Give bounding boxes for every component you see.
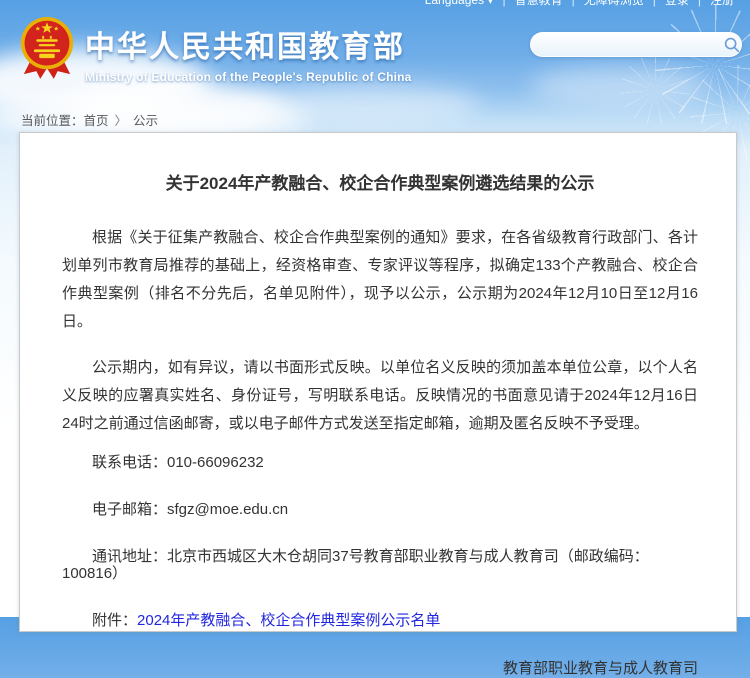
announcement-article: 关于2024年产教融合、校企合作典型案例遴选结果的公示 根据《关于征集产教融合、… [20, 169, 736, 678]
issuing-department-signature: 教育部职业教育与成人教育司 [62, 657, 698, 678]
search-bar [530, 32, 742, 57]
announcement-card: 关于2024年产教融合、校企合作典型案例遴选结果的公示 根据《关于征集产教融合、… [19, 132, 737, 632]
contact-phone: 联系电话：010-66096232 [62, 454, 698, 471]
accessibility-link[interactable]: 无障碍浏览 [584, 0, 644, 7]
article-paragraph: 根据《关于征集产教融合、校企合作典型案例的通知》要求，在各省级教育行政部门、各计… [62, 224, 698, 336]
topbar-separator: | [653, 0, 656, 7]
site-header-logo[interactable]: 中华人民共和国教育部 Ministry of Education of the … [18, 13, 412, 84]
breadcrumb-current-link[interactable]: 公示 [133, 114, 158, 128]
topbar-separator: | [502, 0, 505, 7]
site-title-block: 中华人民共和国教育部 Ministry of Education of the … [85, 13, 412, 84]
attachment-line: 附件：2024年产教融合、校企合作典型案例公示名单 [62, 612, 698, 629]
dandelion-decoration [620, 55, 690, 125]
article-paragraph: 公示期内，如有异议，请以书面形式反映。以单位名义反映的须加盖本单位公章，以个人名… [62, 354, 698, 438]
register-link[interactable]: 注册 [710, 0, 734, 7]
breadcrumb-home-link[interactable]: 首页 [84, 114, 109, 128]
topbar-separator: | [698, 0, 701, 7]
contact-address: 通讯地址：北京市西城区大木仓胡同37号教育部职业教育与成人教育司（邮政编码：10… [62, 548, 698, 582]
top-utility-bar: Languages ▾ | 智慧教育 | 无障碍浏览 | 登录 | 注册 [425, 0, 734, 7]
search-button[interactable] [723, 33, 741, 56]
languages-menu[interactable]: Languages ▾ [425, 0, 494, 7]
smart-education-link[interactable]: 智慧教育 [515, 0, 563, 7]
topbar-separator: | [572, 0, 575, 7]
cloud-decoration [250, 84, 480, 124]
attachment-link[interactable]: 2024年产教融合、校企合作典型案例公示名单 [137, 612, 440, 629]
breadcrumb-separator: 〉 [115, 114, 128, 128]
breadcrumb-label: 当前位置： [21, 114, 84, 128]
article-title: 关于2024年产教融合、校企合作典型案例遴选结果的公示 [62, 169, 698, 194]
login-link[interactable]: 登录 [665, 0, 689, 7]
china-national-emblem-icon [18, 13, 76, 81]
attachment-label: 附件： [92, 612, 137, 629]
contact-email: 电子邮箱：sfgz@moe.edu.cn [62, 501, 698, 518]
search-input[interactable] [531, 35, 723, 55]
magnifier-icon [723, 36, 741, 54]
site-title: 中华人民共和国教育部 [85, 22, 412, 66]
breadcrumb: 当前位置：首页〉公示 [21, 110, 158, 129]
site-subtitle: Ministry of Education of the People's Re… [85, 70, 412, 84]
moe-announcement-page: { "topbar": { "separator": "|", "items":… [0, 0, 750, 617]
